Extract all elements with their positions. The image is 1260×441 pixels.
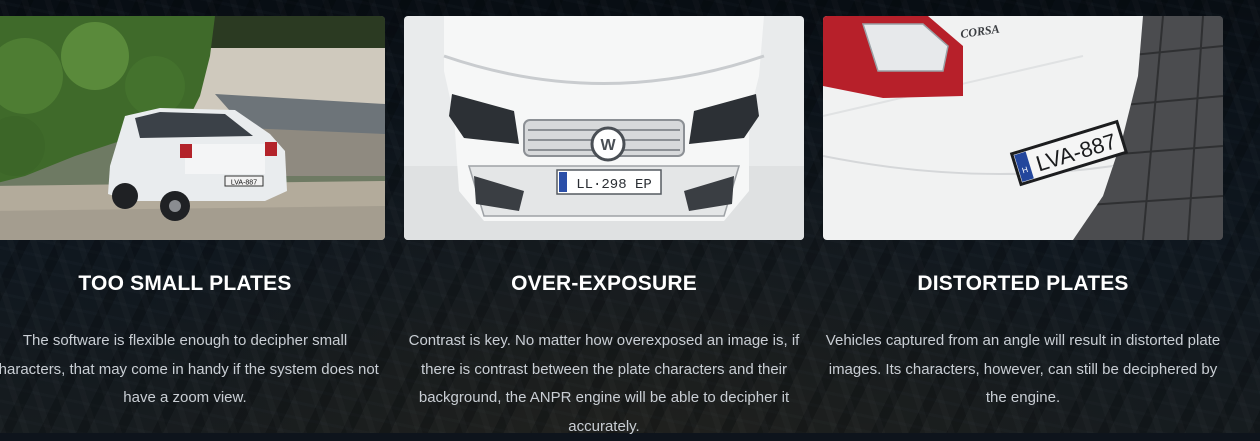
feature-description-over-exposure: Contrast is key. No matter how overexpos… bbox=[408, 332, 800, 435]
distorted-plates-photo: CORSA H LVA-887 bbox=[823, 16, 1223, 240]
feature-title-small-plates: TOO SMALL PLATES bbox=[78, 272, 292, 295]
feature-card-over-exposure: W LL·298 EP bbox=[404, 16, 804, 240]
feature-description-small-plates: The software is flexible enough to decip… bbox=[0, 332, 379, 406]
svg-text:W: W bbox=[600, 137, 616, 154]
feature-description-distorted-plates: Vehicles captured from an angle will res… bbox=[825, 332, 1221, 406]
small-plates-photo: LVA-887 bbox=[0, 16, 385, 240]
feature-title-distorted-plates: DISTORTED PLATES bbox=[917, 272, 1129, 295]
small-plate-text: LVA-887 bbox=[231, 180, 257, 187]
feature-title-over-exposure: OVER-EXPOSURE bbox=[511, 272, 697, 295]
over-exposure-plate-text: LL·298 EP bbox=[576, 177, 652, 193]
over-exposure-photo: W LL·298 EP bbox=[404, 16, 804, 240]
feature-card-distorted-plates: CORSA H LVA-887 bbox=[823, 16, 1223, 240]
feature-card-small-plates: LVA-887 bbox=[0, 16, 385, 240]
